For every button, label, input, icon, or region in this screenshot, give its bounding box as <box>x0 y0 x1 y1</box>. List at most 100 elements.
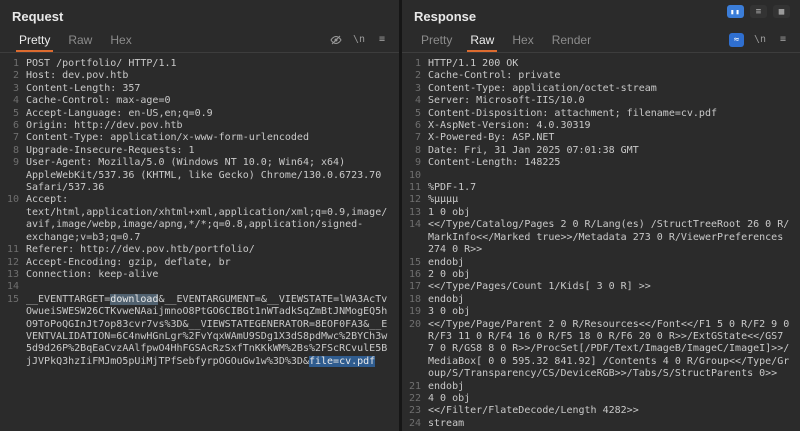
editor-menu-icon[interactable]: ≡ <box>375 33 389 47</box>
line-number: 12 <box>402 194 428 206</box>
request-tabs: PrettyRawHex <box>10 27 141 52</box>
tab-hex[interactable]: Hex <box>101 27 140 52</box>
code-line: 7Content-Type: application/x-www-form-ur… <box>0 132 399 144</box>
code-line: 23<</Filter/FlateDecode/Length 4282>> <box>402 405 800 417</box>
line-number: 9 <box>0 157 26 194</box>
code-line: 13Connection: keep-alive <box>0 269 399 281</box>
line-number: 6 <box>0 120 26 132</box>
code-line: 4Cache-Control: max-age=0 <box>0 95 399 107</box>
code-line: 6Origin: http://dev.pov.htb <box>0 120 399 132</box>
line-text: Date: Fri, 31 Jan 2025 07:01:38 GMT <box>428 145 800 157</box>
line-number: 4 <box>0 95 26 107</box>
line-text: 2 0 obj <box>428 269 800 281</box>
line-text: Upgrade-Insecure-Requests: 1 <box>26 145 399 157</box>
code-line: 2Host: dev.pov.htb <box>0 70 399 82</box>
tab-raw[interactable]: Raw <box>461 27 503 52</box>
response-tab-icons: ≈ \n ≡ <box>729 27 790 52</box>
line-text: endobj <box>428 381 800 393</box>
newline-toggle-icon[interactable]: \n <box>352 33 366 47</box>
code-line: 4Server: Microsoft-IIS/10.0 <box>402 95 800 107</box>
line-text: endobj <box>428 294 800 306</box>
menu-icon[interactable]: ≡ <box>750 5 767 18</box>
window-controls: ▮▮ ≡ ▦ <box>727 5 790 18</box>
code-line: 162 0 obj <box>402 269 800 281</box>
line-number: 4 <box>402 95 428 107</box>
line-number: 22 <box>402 393 428 405</box>
line-text: X-Powered-By: ASP.NET <box>428 132 800 144</box>
line-number: 13 <box>402 207 428 219</box>
code-line: 11%PDF-1.7 <box>402 182 800 194</box>
line-number: 19 <box>402 306 428 318</box>
code-line: 17<</Type/Pages/Count 1/Kids[ 3 0 R] >> <box>402 281 800 293</box>
code-line: 20<</Type/Page/Parent 2 0 R/Resources<</… <box>402 319 800 381</box>
line-number: 7 <box>402 132 428 144</box>
code-line: 224 0 obj <box>402 393 800 405</box>
beautify-icon[interactable]: ≈ <box>729 33 744 47</box>
layout-icon[interactable]: ▦ <box>773 5 790 18</box>
line-number: 21 <box>402 381 428 393</box>
line-number: 10 <box>0 194 26 244</box>
code-line: 3Content-Length: 357 <box>0 83 399 95</box>
line-text: <</Filter/FlateDecode/Length 4282>> <box>428 405 800 417</box>
code-line: 193 0 obj <box>402 306 800 318</box>
line-number: 9 <box>402 157 428 169</box>
request-editor[interactable]: 1POST /portfolio/ HTTP/1.12Host: dev.pov… <box>0 53 399 431</box>
code-line: 12Accept-Encoding: gzip, deflate, br <box>0 257 399 269</box>
code-line: 18endobj <box>402 294 800 306</box>
tab-render[interactable]: Render <box>543 27 600 52</box>
request-tab-icons: \n ≡ <box>329 27 389 52</box>
eye-off-icon[interactable] <box>329 33 343 47</box>
line-number: 11 <box>0 244 26 256</box>
line-number: 1 <box>402 58 428 70</box>
line-text: Accept-Language: en-US,en;q=0.9 <box>26 108 399 120</box>
tab-raw[interactable]: Raw <box>59 27 101 52</box>
line-number: 5 <box>402 108 428 120</box>
pause-icon[interactable]: ▮▮ <box>727 5 744 18</box>
line-text: Cache-Control: max-age=0 <box>26 95 399 107</box>
line-number: 5 <box>0 108 26 120</box>
newline-toggle-icon[interactable]: \n <box>753 33 767 47</box>
request-tabrow: PrettyRawHex \n ≡ <box>0 27 399 53</box>
code-line: 21endobj <box>402 381 800 393</box>
code-line: 131 0 obj <box>402 207 800 219</box>
line-text: Accept-Encoding: gzip, deflate, br <box>26 257 399 269</box>
line-text: Content-Type: application/x-www-form-url… <box>26 132 399 144</box>
request-title: Request <box>0 0 399 27</box>
code-line: 9User-Agent: Mozilla/5.0 (Windows NT 10.… <box>0 157 399 194</box>
line-number: 14 <box>402 219 428 256</box>
selected-text: file=cv.pdf <box>309 356 375 367</box>
code-line: 10 <box>402 170 800 182</box>
tab-pretty[interactable]: Pretty <box>412 27 461 52</box>
code-line: 11Referer: http://dev.pov.htb/portfolio/ <box>0 244 399 256</box>
line-text: <</Type/Page/Parent 2 0 R/Resources<</Fo… <box>428 319 800 381</box>
code-line: 6X-AspNet-Version: 4.0.30319 <box>402 120 800 132</box>
code-line: 10Accept: text/html,application/xhtml+xm… <box>0 194 399 244</box>
line-text: 3 0 obj <box>428 306 800 318</box>
line-number: 20 <box>402 319 428 381</box>
line-text: 1 0 obj <box>428 207 800 219</box>
code-line: 15__EVENTTARGET=download&__EVENTARGUMENT… <box>0 294 399 368</box>
line-text: Content-Length: 357 <box>26 83 399 95</box>
response-panel: Response PrettyRawHexRender ≈ \n ≡ 1HTTP… <box>402 0 800 431</box>
tab-hex[interactable]: Hex <box>503 27 542 52</box>
code-line: 3Content-Type: application/octet-stream <box>402 83 800 95</box>
line-text: Connection: keep-alive <box>26 269 399 281</box>
response-editor[interactable]: 1HTTP/1.1 200 OK2Cache-Control: private3… <box>402 53 800 431</box>
line-number: 3 <box>402 83 428 95</box>
line-number: 18 <box>402 294 428 306</box>
code-line: 2Cache-Control: private <box>402 70 800 82</box>
highlighted-text: download <box>110 294 158 305</box>
line-text: Referer: http://dev.pov.htb/portfolio/ <box>26 244 399 256</box>
editor-menu-icon[interactable]: ≡ <box>776 33 790 47</box>
line-text: 4 0 obj <box>428 393 800 405</box>
line-number: 10 <box>402 170 428 182</box>
line-text: Accept: text/html,application/xhtml+xml,… <box>26 194 399 244</box>
line-number: 2 <box>402 70 428 82</box>
tab-pretty[interactable]: Pretty <box>10 27 59 52</box>
response-tabs: PrettyRawHexRender <box>412 27 600 52</box>
code-line: 5Content-Disposition: attachment; filena… <box>402 108 800 120</box>
line-text <box>428 170 800 182</box>
line-number: 13 <box>0 269 26 281</box>
line-number: 2 <box>0 70 26 82</box>
code-line: 7X-Powered-By: ASP.NET <box>402 132 800 144</box>
